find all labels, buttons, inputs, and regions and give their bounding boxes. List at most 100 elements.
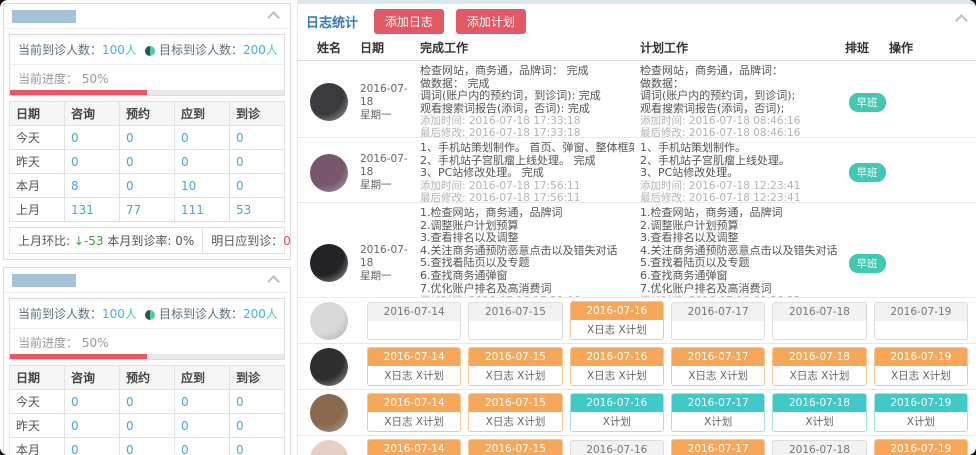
collapse-chevron-icon[interactable] xyxy=(267,11,280,24)
table-row: 本月0000 xyxy=(10,438,285,455)
calendar-card-date: 2016-07-15 xyxy=(469,440,561,455)
calendar-card[interactable]: 2016-07-17X日志 X计划 xyxy=(671,439,765,455)
calendar-card[interactable]: 2016-07-18X日志 X计划 xyxy=(772,347,866,386)
work-line: 3.查看排名以及调整 xyxy=(640,232,839,245)
calendar-card-date: 2016-07-15 xyxy=(469,303,561,321)
kpi-row-label: 今天 xyxy=(10,126,65,150)
kpi-panel-header xyxy=(4,4,290,29)
left-column: 当前到诊人数：100人目标到诊人数：200人当前进度： 50%日期咨询预约应到到… xyxy=(0,0,294,455)
calendar-card-date: 2016-07-16 xyxy=(571,394,663,412)
target-arrivals-unit: 人 xyxy=(266,307,278,321)
work-line: 2、手机站子宫肌瘤上线处理。 完成 xyxy=(420,155,634,168)
shift-badge: 早班 xyxy=(849,254,886,273)
kpi-value-cell: 0 xyxy=(65,414,120,438)
calendar-card[interactable]: 2016-07-16X日志 X计划 xyxy=(570,301,664,340)
kpi-value-cell: 0 xyxy=(230,438,285,455)
kpi-value-cell: 0 xyxy=(230,150,285,174)
calendar-card[interactable]: 2016-07-15X日志 X计划 xyxy=(468,439,562,455)
current-arrivals-value: 100 xyxy=(102,43,125,57)
tomorrow-expected: 明日应到诊：0 xyxy=(202,228,299,253)
calendar-card[interactable]: 2016-07-14X日志 X计划 xyxy=(367,393,461,432)
kpi-value-cell: 0 xyxy=(120,150,175,174)
calendar-card[interactable]: 2016-07-19X日志 X计划 xyxy=(874,347,968,386)
work-line: 检查网站，商务通，品牌词： xyxy=(640,65,839,78)
avatar-cell xyxy=(298,440,360,455)
panel-title-redacted xyxy=(12,274,76,287)
calendar-card-date: 2016-07-14 xyxy=(368,348,460,366)
progress-bar-track xyxy=(10,90,284,95)
log-panel-header: 日志统计 添加日志添加计划 xyxy=(298,4,976,37)
calendar-card[interactable]: 2016-07-15 xyxy=(468,302,562,340)
kpi-value-cell: 0 xyxy=(120,438,175,455)
calendar-card[interactable]: 2016-07-18 xyxy=(772,302,866,340)
calendar-card[interactable]: 2016-07-14 xyxy=(367,302,461,340)
calendar-card-label: X计划 xyxy=(773,412,865,431)
kpi-panel: 当前到诊人数：100人目标到诊人数：200人当前进度： 50%日期咨询预约应到到… xyxy=(3,3,291,260)
calendar-card[interactable]: 2016-07-18 xyxy=(772,440,866,455)
avatar-cell xyxy=(298,154,360,192)
calendar-card-label: X日志 X计划 xyxy=(672,366,764,385)
calendar-card[interactable]: 2016-07-15X日志 X计划 xyxy=(468,347,562,386)
kpi-row-label: 本月 xyxy=(10,174,65,198)
log-column-header: 排班 xyxy=(845,39,889,56)
work-line: 做数据： 完成 xyxy=(420,78,634,91)
calendar-card[interactable]: 2016-07-16X计划 xyxy=(570,393,664,432)
table-row: 今天0000 xyxy=(10,390,285,414)
add-log-button[interactable]: 添加日志 xyxy=(374,9,444,34)
calendar-card[interactable]: 2016-07-19X日志 xyxy=(874,439,968,455)
added-time: 添加时间: 2016-07-18 12:23:41 xyxy=(640,180,839,192)
kpi-value-cell: 77 xyxy=(120,198,175,222)
calendar-card[interactable]: 2016-07-14X日志 xyxy=(367,439,461,455)
arrival-stats-line: 当前到诊人数：100人目标到诊人数：200人 xyxy=(10,299,284,329)
progress-bar-fill xyxy=(10,90,147,95)
progress-pie-icon xyxy=(145,310,155,320)
log-column-header: 姓名 xyxy=(298,39,360,56)
log-date-cell: 2016-07-18星期一 xyxy=(360,153,420,192)
log-calendar-row: 2016-07-14X日志 2016-07-15X日志 X计划 2016-07-16… xyxy=(298,436,976,455)
log-column-header: 计划工作 xyxy=(640,39,845,56)
work-line: 4.关注商务通预防恶意点击以及错失对话 xyxy=(640,245,839,258)
calendar-card[interactable]: 2016-07-17 xyxy=(671,302,765,340)
calendar-card[interactable]: 2016-07-16 xyxy=(570,440,664,455)
log-table-body: 2016-07-18星期一检查网站，商务通，品牌词： 完成做数据： 完成调词(账… xyxy=(298,61,976,455)
kpi-table-header-cell: 咨询 xyxy=(65,366,120,390)
table-row: 上月1317711153 xyxy=(10,198,285,222)
added-time: 添加时间: 2016-07-18 17:56:11 xyxy=(420,180,634,192)
calendar-card[interactable]: 2016-07-15X日志 X计划 xyxy=(468,393,562,432)
collapse-chevron-icon[interactable] xyxy=(267,275,280,288)
calendar-card[interactable]: 2016-07-16X日志 X计划 xyxy=(570,347,664,386)
collapse-chevron-icon[interactable] xyxy=(955,14,968,27)
current-arrivals-unit: 人 xyxy=(125,43,137,57)
kpi-value-cell: 0 xyxy=(175,438,230,455)
log-detail-row: 2016-07-18星期一1.检查网站，商务通，品牌词2.调整账户计划预算3.查… xyxy=(298,203,976,298)
add-buttons-holder: 添加日志添加计划 xyxy=(362,14,526,28)
completed-work-cell: 1、手机站策划制作。 首页、弹窗、整体框架完成。2、手机站子宫肌瘤上线处理。 完… xyxy=(420,138,640,203)
calendar-card[interactable]: 2016-07-17X日志 X计划 xyxy=(671,347,765,386)
table-row: 本月80100 xyxy=(10,174,285,198)
shift-cell: 早班 xyxy=(845,93,889,112)
kpi-table-header-cell: 应到 xyxy=(175,366,230,390)
kpi-value-cell: 0 xyxy=(175,390,230,414)
calendar-card[interactable]: 2016-07-19X计划 xyxy=(874,393,968,432)
log-date: 2016-07-18 xyxy=(360,244,420,270)
add-plan-button[interactable]: 添加计划 xyxy=(456,9,526,34)
avatar xyxy=(310,394,348,432)
kpi-table-header-cell: 预约 xyxy=(120,102,175,126)
calendar-card[interactable]: 2016-07-14X日志 X计划 xyxy=(367,347,461,386)
calendar-card-date: 2016-07-18 xyxy=(773,303,865,321)
calendar-card[interactable]: 2016-07-17X计划 xyxy=(671,393,765,432)
calendar-card-label: X日志 X计划 xyxy=(368,366,460,385)
avatar-cell xyxy=(298,244,360,282)
calendar-card[interactable]: 2016-07-19 xyxy=(874,302,968,340)
progress-label: 当前进度： xyxy=(18,336,82,350)
progress-value: 50% xyxy=(82,72,109,86)
calendar-card-label xyxy=(672,321,764,339)
progress-label-line: 当前进度： 50% xyxy=(10,65,284,90)
work-line: 1.检查网站，商务通，品牌词 xyxy=(640,207,839,220)
mom-arrow-down-icon: ↓ xyxy=(74,234,84,248)
kpi-value-cell: 0 xyxy=(120,390,175,414)
work-line: 观看搜索词报告(添词，否词): 完成 xyxy=(420,103,634,116)
avatar xyxy=(310,83,348,121)
target-arrivals-value: 200 xyxy=(243,43,266,57)
calendar-card[interactable]: 2016-07-18X计划 xyxy=(772,393,866,432)
